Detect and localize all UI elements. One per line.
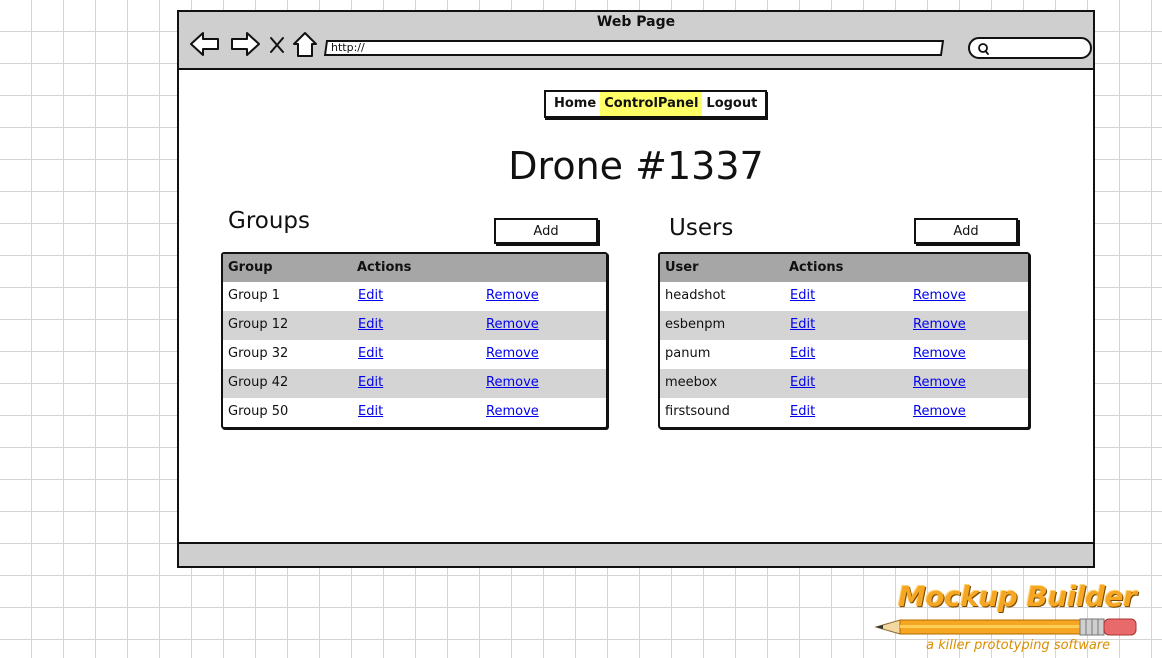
remove-link[interactable]: Remove xyxy=(913,398,966,426)
table-row: panum Edit Remove xyxy=(660,340,1028,369)
remove-link[interactable]: Remove xyxy=(486,369,539,397)
table-row: meebox Edit Remove xyxy=(660,369,1028,398)
user-name: esbenpm xyxy=(665,317,726,332)
groups-table: Group Actions Group 1 Edit Remove Group … xyxy=(221,252,608,429)
nav-item-home[interactable]: Home xyxy=(546,92,600,116)
user-name: firstsound xyxy=(665,404,730,419)
edit-link[interactable]: Edit xyxy=(790,340,815,368)
edit-link[interactable]: Edit xyxy=(790,311,815,339)
edit-link[interactable]: Edit xyxy=(358,340,383,368)
browser-window: Web Page http:// Home ControlPanel Logou… xyxy=(177,10,1095,568)
page-title: Drone #1337 xyxy=(508,144,764,188)
table-row: Group 50 Edit Remove xyxy=(223,398,606,427)
group-name: Group 12 xyxy=(228,317,289,332)
column-header-actions: Actions xyxy=(789,260,844,275)
remove-link[interactable]: Remove xyxy=(913,311,966,339)
home-icon[interactable] xyxy=(291,30,319,58)
table-row: firstsound Edit Remove xyxy=(660,398,1028,427)
url-text: http:// xyxy=(331,41,365,54)
browser-titlebar: Web Page http:// xyxy=(179,12,1093,70)
edit-link[interactable]: Edit xyxy=(790,369,815,397)
remove-link[interactable]: Remove xyxy=(486,311,539,339)
search-icon xyxy=(978,43,989,55)
column-header-actions: Actions xyxy=(357,260,412,275)
user-name: panum xyxy=(665,346,711,361)
url-bar[interactable]: http:// xyxy=(323,40,945,56)
close-icon[interactable] xyxy=(267,30,287,58)
edit-link[interactable]: Edit xyxy=(358,369,383,397)
remove-link[interactable]: Remove xyxy=(486,340,539,368)
mockup-builder-logo: Mockup Builder a killer prototyping soft… xyxy=(870,580,1150,656)
group-name: Group 50 xyxy=(228,404,289,419)
remove-link[interactable]: Remove xyxy=(913,369,966,397)
group-name: Group 32 xyxy=(228,346,289,361)
users-table-header: User Actions xyxy=(660,254,1028,282)
table-row: Group 32 Edit Remove xyxy=(223,340,606,369)
logo-tagline: a killer prototyping software xyxy=(926,638,1111,653)
table-row: Group 12 Edit Remove xyxy=(223,311,606,340)
group-name: Group 42 xyxy=(228,375,289,390)
user-name: headshot xyxy=(665,288,726,303)
remove-link[interactable]: Remove xyxy=(486,398,539,426)
nav-menu: Home ControlPanel Logout xyxy=(544,90,768,118)
groups-heading: Groups xyxy=(228,208,311,234)
status-bar xyxy=(179,542,1093,566)
table-row: esbenpm Edit Remove xyxy=(660,311,1028,340)
edit-link[interactable]: Edit xyxy=(358,282,383,310)
remove-link[interactable]: Remove xyxy=(486,282,539,310)
logo-title: Mockup Builder xyxy=(898,580,1137,613)
window-title: Web Page xyxy=(596,14,676,30)
edit-link[interactable]: Edit xyxy=(358,311,383,339)
forward-arrow-icon[interactable] xyxy=(229,30,261,58)
pencil-icon xyxy=(874,618,1137,636)
table-row: Group 42 Edit Remove xyxy=(223,369,606,398)
remove-link[interactable]: Remove xyxy=(913,282,966,310)
edit-link[interactable]: Edit xyxy=(790,398,815,426)
add-group-button[interactable]: Add xyxy=(494,218,598,244)
column-header-user: User xyxy=(665,260,699,275)
groups-table-header: Group Actions xyxy=(223,254,606,282)
edit-link[interactable]: Edit xyxy=(358,398,383,426)
remove-link[interactable]: Remove xyxy=(913,340,966,368)
table-row: headshot Edit Remove xyxy=(660,282,1028,311)
users-table: User Actions headshot Edit Remove esbenp… xyxy=(658,252,1030,429)
table-row: Group 1 Edit Remove xyxy=(223,282,606,311)
back-arrow-icon[interactable] xyxy=(189,30,221,58)
nav-item-logout[interactable]: Logout xyxy=(702,92,765,116)
group-name: Group 1 xyxy=(228,288,280,303)
nav-item-controlpanel[interactable]: ControlPanel xyxy=(600,92,703,116)
add-user-button[interactable]: Add xyxy=(914,218,1018,244)
user-name: meebox xyxy=(665,375,718,390)
users-heading: Users xyxy=(669,215,734,241)
edit-link[interactable]: Edit xyxy=(790,282,815,310)
search-input[interactable] xyxy=(968,37,1092,59)
column-header-group: Group xyxy=(228,260,273,275)
